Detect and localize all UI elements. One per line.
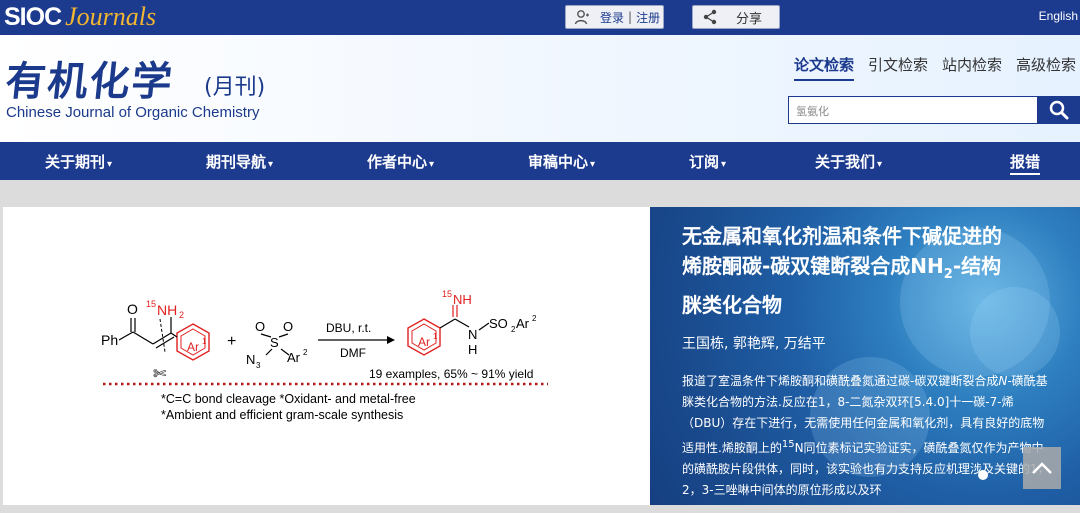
nav-item-about-journal[interactable]: 关于期刊 ▾ <box>45 151 112 172</box>
article-title-line-3: 脒类化合物 <box>682 293 782 317</box>
product-aryl1-superscript: 1 <box>433 332 438 341</box>
sulfonyl-oxygen-left: O <box>255 319 265 334</box>
tab-citation-search[interactable]: 引文检索 <box>868 54 928 81</box>
user-icon <box>574 10 589 25</box>
nav-label: 作者中心 <box>367 153 428 171</box>
graphical-abstract[interactable]: O Ph 15 NH 2 ✄ Ar 1 + O O S N 3 Ar 2 DBU… <box>3 207 650 505</box>
back-to-top-button[interactable] <box>1023 447 1061 489</box>
caret-down-icon: ▾ <box>107 159 113 170</box>
article-summary-panel[interactable]: 无金属和氧化剂温和条件下碱促进的 烯胺酮碳-碳双键断裂合成NH2-结构 脒类化合… <box>650 207 1080 505</box>
product-aryl2-label: Ar <box>516 316 530 331</box>
tab-site-search[interactable]: 站内检索 <box>942 54 1002 81</box>
nav-label: 审稿中心 <box>528 153 589 171</box>
share-label: 分享 <box>736 11 763 27</box>
share-button[interactable]: 分享 <box>692 5 780 29</box>
journal-monthly-label: (月刊) <box>204 75 266 100</box>
article-abstract: 报道了室温条件下烯胺酮和磺酰叠氮通过碳-碳双键断裂合成N-磺酰基脒类化合物的方法… <box>682 374 1050 497</box>
product-nitrogen-label: N <box>468 327 477 342</box>
tab-paper-search[interactable]: 论文检索 <box>794 54 855 81</box>
nitrogen-isotope-label: 15 <box>146 299 156 309</box>
aryl2-superscript: 2 <box>303 348 308 357</box>
top-bar: SIOC Journals 登录 | 注册 分享 English <box>0 0 1080 35</box>
tab-advanced-search[interactable]: 高级检索 <box>1016 54 1076 81</box>
nav-item-report-error[interactable]: 报错 <box>1010 151 1041 175</box>
yield-summary: 19 examples, 65% ~ 91% yield <box>369 367 533 381</box>
chevron-up-icon <box>1032 462 1052 474</box>
caret-down-icon: ▾ <box>721 159 727 170</box>
product-aryl2-superscript: 2 <box>532 314 537 323</box>
amine-label: NH <box>157 302 177 318</box>
nav-item-author-center[interactable]: 作者中心 ▾ <box>367 151 434 172</box>
product-sulfonyl-label: SO <box>489 316 508 331</box>
caret-down-icon: ▾ <box>877 159 883 170</box>
phenyl-label: Ph <box>101 332 118 348</box>
share-icon <box>703 9 717 25</box>
login-separator: | <box>628 10 633 24</box>
ketone-oxygen-label: O <box>127 301 138 317</box>
login-link[interactable]: 登录 <box>600 9 624 26</box>
product-imine-label: NH <box>453 292 472 307</box>
article-authors: 王国栋, 郭艳辉, 万结平 <box>682 336 826 352</box>
caret-down-icon: ▾ <box>429 159 435 170</box>
amine-subscript: 2 <box>179 310 184 320</box>
plus-sign: + <box>227 333 236 350</box>
brand-main: SIOC <box>4 3 62 31</box>
journal-logo-chinese[interactable]: 有机化学 <box>3 49 177 107</box>
product-hydrogen-label: H <box>468 342 477 357</box>
carousel-indicator-dot[interactable] <box>978 470 988 480</box>
aryl1-label: Ar <box>187 340 199 354</box>
feature-line-1: *C=C bond cleavage *Oxidant- and metal-f… <box>161 392 416 406</box>
caret-down-icon: ▾ <box>590 159 596 170</box>
login-register-button[interactable]: 登录 | 注册 <box>565 5 664 29</box>
article-title-line-1: 无金属和氧化剂温和条件下碱促进的 <box>682 224 1002 248</box>
solvent-label: DMF <box>340 346 366 360</box>
search-icon <box>1049 100 1069 120</box>
reagent-conditions: DBU, r.t. <box>326 321 371 335</box>
caret-down-icon: ▾ <box>268 159 274 170</box>
azide-label: N <box>246 352 255 367</box>
nav-item-subscribe[interactable]: 订阅 ▾ <box>689 151 726 172</box>
search-tabs: 论文检索 引文检索 站内检索 高级检索 <box>794 54 1076 81</box>
nav-label: 关于期刊 <box>45 153 106 171</box>
nav-label: 订阅 <box>689 153 720 171</box>
reaction-scheme: O Ph 15 NH 2 ✄ Ar 1 + O O S N 3 Ar 2 DBU… <box>101 289 548 422</box>
brand-sub: Journals <box>65 2 157 31</box>
product-isotope-label: 15 <box>442 289 452 299</box>
aryl2-label: Ar <box>287 350 301 365</box>
feature-line-2: *Ambient and efficient gram-scale synthe… <box>161 408 403 422</box>
site-header: 有机化学 (月刊) Chinese Journal of Organic Che… <box>0 35 1080 142</box>
journal-logo-english: Chinese Journal of Organic Chemistry <box>6 104 260 121</box>
nav-label: 关于我们 <box>815 153 876 171</box>
nav-item-review-center[interactable]: 审稿中心 ▾ <box>528 151 595 172</box>
search-input[interactable]: 氢氨化 <box>788 96 1038 124</box>
article-title[interactable]: 无金属和氧化剂温和条件下碱促进的 烯胺酮碳-碳双键断裂合成NH2-结构 脒类化合… <box>682 221 1062 320</box>
azide-subscript: 3 <box>256 361 261 370</box>
nav-item-journal-navigation[interactable]: 期刊导航 ▾ <box>206 151 273 172</box>
sulfur-label: S <box>270 335 279 350</box>
english-link[interactable]: English <box>1039 9 1078 23</box>
search-button[interactable] <box>1038 96 1080 124</box>
aryl1-superscript: 1 <box>202 337 207 346</box>
scissors-icon: ✄ <box>153 366 167 383</box>
product-aryl1-label: Ar <box>418 335 430 349</box>
sulfonyl-oxygen-right: O <box>283 319 293 334</box>
main-nav: 关于期刊 ▾ 期刊导航 ▾ 作者中心 ▾ 审稿中心 ▾ 订阅 ▾ 关于我们 ▾ 报错 <box>0 142 1080 180</box>
featured-article-banner[interactable]: O Ph 15 NH 2 ✄ Ar 1 + O O S N 3 Ar 2 DBU… <box>3 207 1080 505</box>
nav-item-about-us[interactable]: 关于我们 ▾ <box>815 151 882 172</box>
register-link[interactable]: 注册 <box>636 9 660 26</box>
article-title-line-2: 烯胺酮碳-碳双键断裂合成NH2-结构 <box>682 254 1002 282</box>
nav-label: 期刊导航 <box>206 153 267 171</box>
sioc-journals-logo[interactable]: SIOC Journals <box>4 2 156 32</box>
